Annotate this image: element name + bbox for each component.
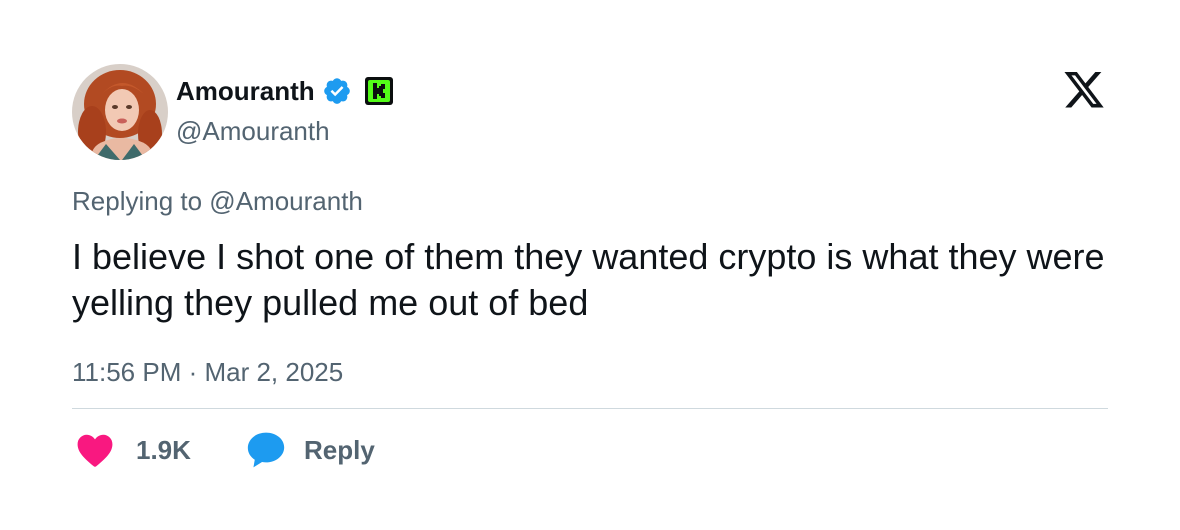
reply-label: Reply bbox=[304, 434, 375, 465]
reply-bubble-icon bbox=[246, 431, 286, 469]
like-button[interactable]: 1.9K bbox=[76, 430, 191, 470]
author-display-name[interactable]: Amouranth bbox=[176, 76, 315, 107]
tweet-timestamp[interactable]: 11:56 PM · Mar 2, 2025 bbox=[72, 357, 343, 388]
kick-badge-icon[interactable] bbox=[364, 77, 393, 105]
x-logo-icon[interactable] bbox=[1062, 72, 1106, 112]
divider bbox=[72, 408, 1108, 409]
avatar-image bbox=[72, 64, 168, 160]
author-handle[interactable]: @Amouranth bbox=[176, 116, 330, 147]
replying-to-context: Replying to @Amouranth bbox=[72, 186, 363, 216]
reply-button[interactable]: Reply bbox=[246, 430, 375, 470]
author-name-row: Amouranth bbox=[176, 73, 393, 109]
verified-badge-icon bbox=[322, 76, 352, 106]
tweet-text: I believe I shot one of them they wanted… bbox=[72, 236, 1105, 323]
like-count: 1.9K bbox=[136, 434, 191, 465]
avatar[interactable] bbox=[72, 64, 168, 160]
heart-icon bbox=[76, 432, 114, 468]
